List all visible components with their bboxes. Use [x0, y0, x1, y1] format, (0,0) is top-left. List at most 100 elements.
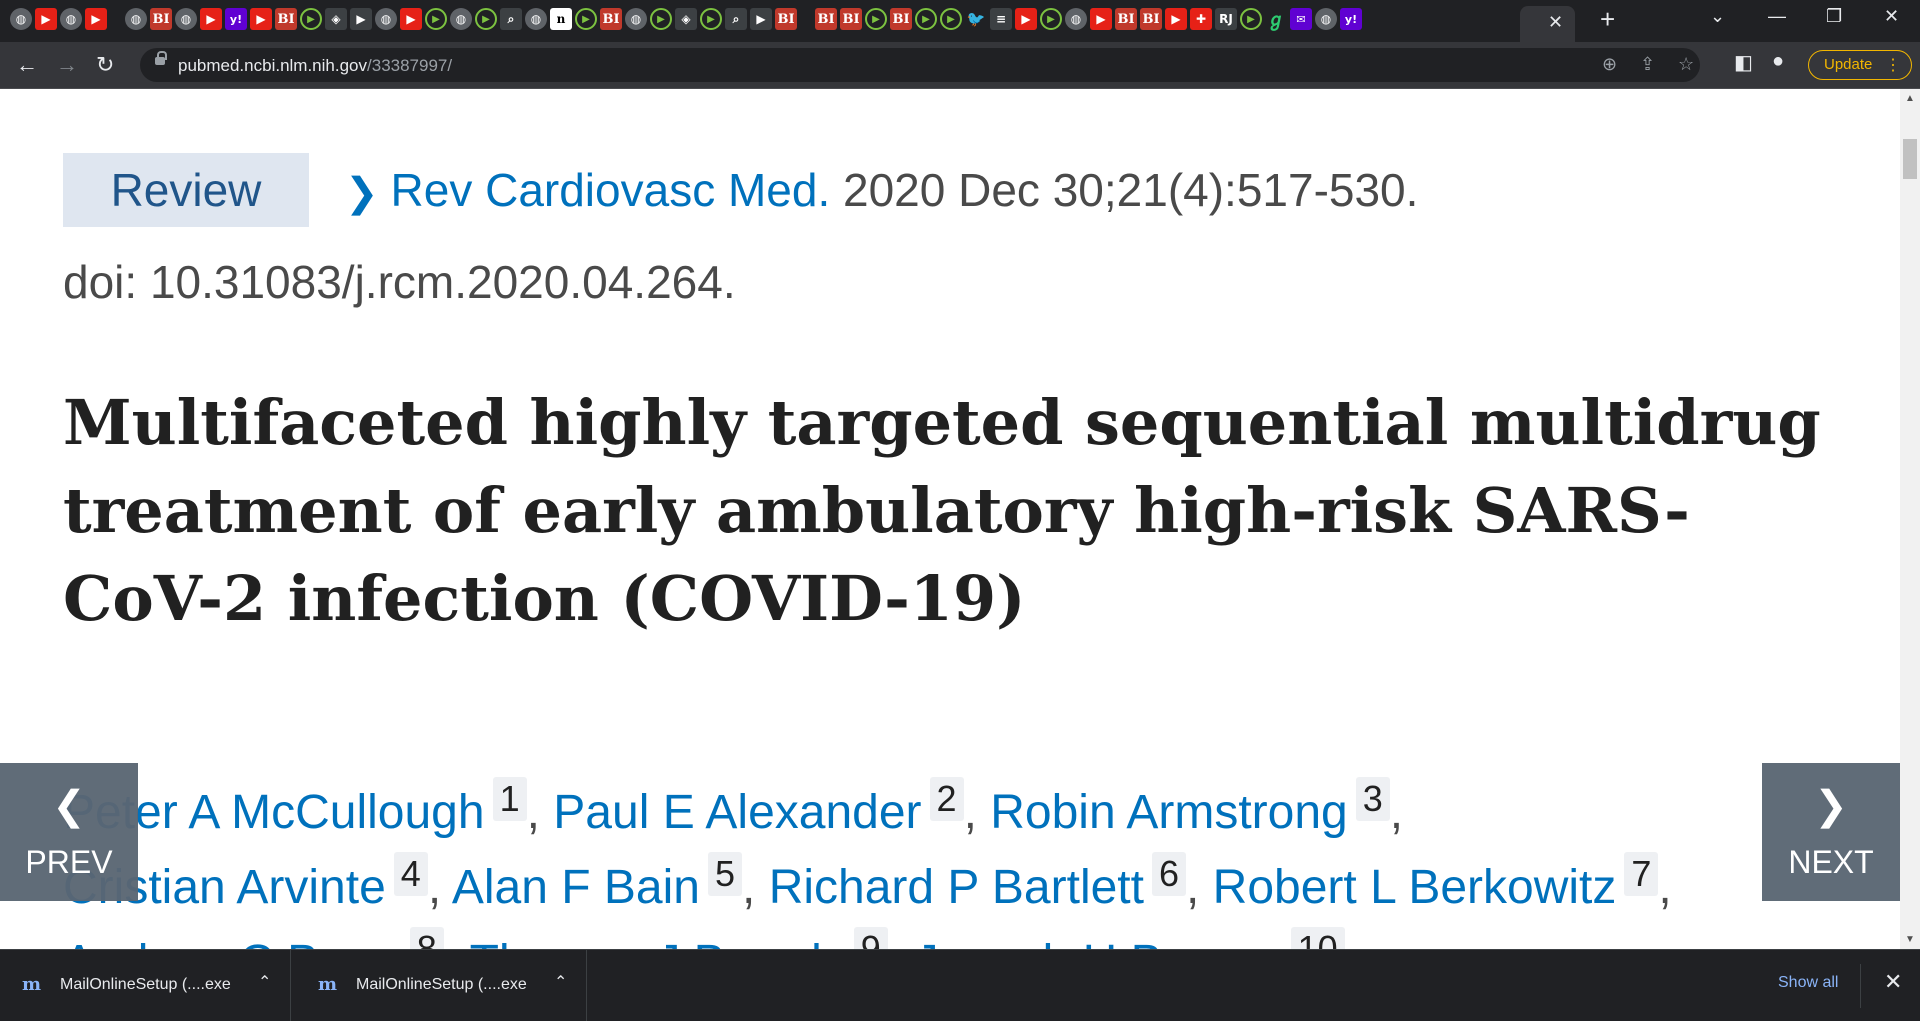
minimize-icon[interactable]: — — [1768, 6, 1786, 27]
journal-link[interactable]: Rev Cardiovasc Med. — [391, 164, 831, 216]
bi-favicon-icon[interactable]: BI — [890, 8, 912, 30]
twitter-favicon-icon[interactable]: 🐦 — [965, 8, 987, 30]
reload-icon[interactable]: ↻ — [96, 52, 114, 78]
author-link[interactable]: Alan F Bain 5 — [452, 852, 743, 914]
forward-arrow-icon[interactable]: → — [56, 52, 78, 78]
globe-favicon-icon[interactable]: ◍ — [525, 8, 547, 30]
restore-icon[interactable]: ❐ — [1826, 6, 1842, 27]
play-favicon-icon[interactable]: ▶ — [865, 8, 887, 30]
side-panel-icon[interactable]: ◧ — [1734, 50, 1753, 75]
author-link[interactable]: Robert L Berkowitz 7 — [1213, 852, 1659, 914]
bi-favicon-icon[interactable]: BI — [840, 8, 862, 30]
affiliation-number[interactable]: 10 — [1290, 927, 1345, 949]
youtube-favicon-icon[interactable]: ▶ — [1015, 8, 1037, 30]
menu-dots-icon[interactable]: ⋮ — [1885, 55, 1901, 75]
globe-favicon-icon[interactable]: ◍ — [450, 8, 472, 30]
n-favicon-icon[interactable]: n — [550, 8, 572, 30]
chevron-up-icon[interactable]: ⌃ — [258, 972, 271, 992]
author-link[interactable]: Joseph H Brewer10 — [914, 927, 1345, 949]
zoom-icon[interactable]: ⊕ — [1602, 54, 1617, 75]
address-bar[interactable]: pubmed.ncbi.nlm.nih.gov/33387997/ ⊕ ⇪ ☆ — [140, 48, 1700, 82]
prev-article-button[interactable]: ❮ PREV — [0, 763, 138, 901]
affiliation-number[interactable]: 1 — [492, 777, 527, 821]
bi-favicon-icon[interactable]: BI — [1115, 8, 1137, 30]
download-item[interactable]: m MailOnlineSetup (....exe ⌃ — [0, 950, 291, 1021]
search-favicon-icon[interactable]: ⌕ — [725, 8, 747, 30]
author-link[interactable]: Paul E Alexander 2 — [553, 777, 964, 839]
bookmark-favicon-icon[interactable]: ▶ — [350, 8, 372, 30]
bookmark-star-icon[interactable]: ☆ — [1678, 54, 1694, 75]
author-link[interactable]: Thomas J Borody9 — [470, 927, 888, 949]
g-favicon-icon[interactable]: ℊ — [1265, 8, 1287, 31]
close-shelf-icon[interactable]: ✕ — [1884, 969, 1902, 995]
author-link[interactable]: Richard P Bartlett 6 — [769, 852, 1186, 914]
affiliation-number[interactable]: 5 — [707, 852, 743, 896]
play-favicon-icon[interactable]: ▶ — [700, 8, 722, 30]
show-all-downloads-link[interactable]: Show all — [1778, 974, 1838, 992]
play-favicon-icon[interactable]: ▶ — [425, 8, 447, 30]
affiliation-number[interactable]: 4 — [393, 852, 428, 896]
globe-favicon-icon[interactable]: ◍ — [1065, 8, 1087, 30]
shield-favicon-icon[interactable]: ◈ — [325, 8, 347, 30]
close-window-icon[interactable]: ✕ — [1884, 6, 1899, 27]
affiliation-number[interactable]: 3 — [1355, 777, 1390, 821]
chevron-right-icon[interactable]: ❯ — [345, 171, 379, 215]
youtube-favicon-icon[interactable]: ▶ — [250, 8, 272, 30]
yahoo-favicon-icon[interactable]: y! — [1340, 8, 1362, 30]
active-tab[interactable]: ✕ — [1520, 6, 1575, 42]
youtube-favicon-icon[interactable]: ▶ — [35, 8, 57, 30]
play-favicon-icon[interactable]: ▶ — [915, 8, 937, 30]
bi-favicon-icon[interactable]: BI — [600, 8, 622, 30]
play-favicon-icon[interactable]: ▶ — [1240, 8, 1262, 30]
play-favicon-icon[interactable]: ▶ — [650, 8, 672, 30]
globe-favicon-icon[interactable]: ◍ — [175, 8, 197, 30]
bi-favicon-icon[interactable]: BI — [1140, 8, 1162, 30]
author-link[interactable]: Andrew C Berry8 — [63, 927, 444, 949]
scroll-thumb[interactable] — [1903, 139, 1917, 179]
tab-search-chevron-icon[interactable]: ⌄ — [1710, 6, 1725, 27]
globe-favicon-icon[interactable]: ◍ — [625, 8, 647, 30]
author-link[interactable]: Robin Armstrong 3 — [990, 777, 1390, 839]
globe-favicon-icon[interactable]: ◍ — [125, 8, 147, 30]
bookmark-favicon-icon[interactable]: ▶ — [750, 8, 772, 30]
back-arrow-icon[interactable]: ← — [16, 52, 38, 78]
bi-favicon-icon[interactable]: BI — [775, 8, 797, 30]
youtube-favicon-icon[interactable]: ▶ — [1090, 8, 1112, 30]
stack-favicon-icon[interactable]: ≡ — [990, 8, 1012, 30]
bi-favicon-icon[interactable]: BI — [815, 8, 837, 30]
lock-icon[interactable] — [155, 51, 167, 65]
update-button[interactable]: Update ⋮ — [1808, 50, 1912, 80]
play-favicon-icon[interactable]: ▶ — [1040, 8, 1062, 30]
affiliation-number[interactable]: 9 — [853, 927, 888, 949]
youtube-favicon-icon[interactable]: ▶ — [400, 8, 422, 30]
profile-icon[interactable]: ● — [1772, 50, 1784, 73]
affiliation-number[interactable]: 6 — [1151, 852, 1186, 896]
mail-favicon-icon[interactable]: ✉ — [1290, 8, 1312, 30]
play-favicon-icon[interactable]: ▶ — [300, 8, 322, 30]
pin-favicon-icon[interactable]: ✚ — [1190, 8, 1212, 30]
yahoo-favicon-icon[interactable]: y! — [225, 8, 247, 30]
scroll-up-arrow-icon[interactable]: ▲ — [1905, 93, 1915, 104]
globe-favicon-icon[interactable]: ◍ — [375, 8, 397, 30]
globe-favicon-icon[interactable]: ◍ — [10, 8, 32, 30]
affiliation-number[interactable]: 7 — [1624, 852, 1659, 896]
new-tab-button[interactable]: + — [1600, 4, 1615, 35]
globe-favicon-icon[interactable]: ◍ — [60, 8, 82, 30]
bi-favicon-icon[interactable]: BI — [150, 8, 172, 30]
affiliation-number[interactable]: 2 — [929, 777, 964, 821]
rj-favicon-icon[interactable]: RJ — [1215, 8, 1237, 30]
play-favicon-icon[interactable]: ▶ — [475, 8, 497, 30]
youtube-favicon-icon[interactable]: ▶ — [200, 8, 222, 30]
youtube-favicon-icon[interactable]: ▶ — [85, 8, 107, 30]
chevron-up-icon[interactable]: ⌃ — [554, 972, 567, 992]
shield-favicon-icon[interactable]: ◈ — [675, 8, 697, 30]
play-favicon-icon[interactable]: ▶ — [940, 8, 962, 30]
share-icon[interactable]: ⇪ — [1640, 54, 1655, 75]
play-favicon-icon[interactable]: ▶ — [575, 8, 597, 30]
globe-favicon-icon[interactable]: ◍ — [1315, 8, 1337, 30]
next-article-button[interactable]: ❯ NEXT — [1762, 763, 1900, 901]
affiliation-number[interactable]: 8 — [409, 927, 444, 949]
download-item[interactable]: m MailOnlineSetup (....exe ⌃ — [296, 950, 587, 1021]
close-tab-icon[interactable]: ✕ — [1548, 12, 1563, 33]
url-text[interactable]: pubmed.ncbi.nlm.nih.gov/33387997/ — [178, 56, 452, 76]
